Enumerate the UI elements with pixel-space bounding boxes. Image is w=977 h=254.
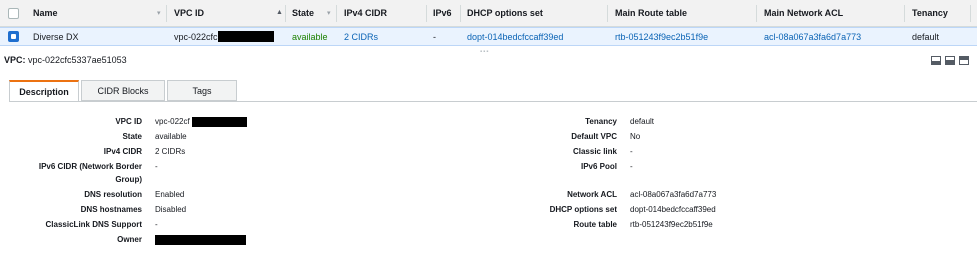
row-ipv4-cidr-link[interactable]: 2 CIDRs (344, 28, 404, 45)
column-divider[interactable] (904, 5, 905, 22)
select-all-checkbox[interactable] (8, 8, 19, 19)
sort-down-icon[interactable]: ▾ (327, 9, 331, 17)
column-divider[interactable] (166, 5, 167, 22)
row-dhcp-link[interactable]: dopt-014bedcfccaff39ed (467, 28, 602, 45)
column-divider[interactable] (336, 5, 337, 22)
sort-down-icon[interactable]: ▾ (157, 9, 161, 17)
column-divider[interactable] (607, 5, 608, 22)
field-label-dns-resolution: DNS resolution (84, 190, 142, 199)
sort-up-icon[interactable]: ▲ (276, 9, 283, 16)
field-label-ipv6-cidr-cont: Group) (115, 175, 142, 184)
redaction-block (191, 116, 247, 127)
field-value-vpc-id: vpc-022cf (155, 115, 247, 129)
row-network-acl-link[interactable]: acl-08a067a3fa6d7a773 (764, 28, 899, 45)
column-header-main-route-table[interactable]: Main Route table (615, 0, 745, 26)
details-title-value: vpc-022cfc5337ae51053 (28, 55, 127, 65)
field-value-ipv6-pool: - (630, 162, 633, 171)
column-divider[interactable] (285, 5, 286, 22)
table-row[interactable]: Diverse DX vpc-022cfc available 2 CIDRs … (0, 27, 977, 46)
field-label-ipv6-cidr: IPv6 CIDR (Network Border (38, 162, 142, 171)
column-header-name[interactable]: Name (33, 0, 153, 26)
column-header-ipv4-cidr[interactable]: IPv4 CIDR (344, 0, 419, 26)
row-state: available (292, 31, 328, 42)
column-header-ipv6[interactable]: IPv6 (433, 0, 458, 26)
details-title-label: VPC: (4, 55, 26, 65)
tab-cidr-blocks[interactable]: CIDR Blocks (81, 80, 165, 101)
column-header-main-network-acl[interactable]: Main Network ACL (764, 0, 894, 26)
redaction-block (155, 234, 246, 245)
tab-divider (9, 101, 977, 102)
row-vpc-id-text: vpc-022cfc (174, 31, 218, 42)
field-value-classic-link: - (630, 147, 633, 156)
details-title: VPC: vpc-022cfc5337ae51053 (4, 55, 127, 65)
field-value-classiclink-dns: - (155, 220, 158, 229)
field-label-tenancy: Tenancy (585, 117, 617, 126)
field-label-vpc-id: VPC ID (115, 117, 142, 126)
field-value-owner (155, 233, 246, 247)
field-value-network-acl-link[interactable]: acl-08a067a3fa6d7a773 (630, 188, 716, 202)
field-value-dhcp-options-link[interactable]: dopt-014bedcfccaff39ed (630, 203, 716, 217)
column-header-tenancy[interactable]: Tenancy (912, 0, 962, 26)
column-header-vpc-id[interactable]: VPC ID (174, 0, 269, 26)
field-label-network-acl: Network ACL (567, 190, 617, 199)
field-value-dns-resolution: Enabled (155, 190, 185, 199)
redaction-block (217, 31, 274, 42)
column-divider[interactable] (426, 5, 427, 22)
row-route-table-link[interactable]: rtb-051243f9ec2b51f9e (615, 28, 750, 45)
field-value-default-vpc: No (630, 132, 641, 141)
resize-handle[interactable]: ▪▪▪ (480, 49, 489, 55)
layout-top-panel-icon[interactable] (959, 56, 969, 65)
row-vpc-id: vpc-022cfc (174, 28, 284, 45)
field-value-ipv4-cidr-link[interactable]: 2 CIDRs (155, 145, 185, 159)
field-value-tenancy: default (630, 117, 655, 126)
field-label-dns-hostnames: DNS hostnames (80, 205, 142, 214)
field-value-route-table-link[interactable]: rtb-051243f9ec2b51f9e (630, 218, 713, 232)
field-label-classic-link: Classic link (572, 147, 617, 156)
field-label-route-table: Route table (573, 220, 617, 229)
column-divider[interactable] (460, 5, 461, 22)
field-label-ipv6-pool: IPv6 Pool (580, 162, 617, 171)
tab-tags[interactable]: Tags (167, 80, 237, 101)
table-header: Name ▾ VPC ID ▲ State ▾ IPv4 CIDR IPv6 D… (0, 0, 977, 27)
field-label-default-vpc: Default VPC (571, 132, 617, 141)
layout-bottom-panel-icon[interactable] (931, 56, 941, 65)
field-label-state: State (122, 132, 142, 141)
field-label-ipv4-cidr: IPv4 CIDR (103, 147, 142, 156)
field-label-owner: Owner (117, 235, 142, 244)
row-checkbox[interactable] (8, 31, 19, 42)
layout-toggle-group (931, 56, 969, 65)
field-value-vpc-id-text: vpc-022cf (155, 117, 190, 126)
field-value-ipv6-cidr: - (155, 162, 158, 171)
field-label-classiclink-dns: ClassicLink DNS Support (45, 220, 142, 229)
field-value-state: available (155, 132, 187, 141)
field-label-dhcp-options: DHCP options set (549, 205, 617, 214)
row-ipv6: - (433, 31, 436, 42)
row-tenancy: default (912, 31, 940, 42)
layout-split-icon[interactable] (945, 56, 955, 65)
column-header-dhcp-options[interactable]: DHCP options set (467, 0, 597, 26)
tab-description[interactable]: Description (9, 80, 79, 102)
column-divider[interactable] (756, 5, 757, 22)
column-header-state[interactable]: State (292, 0, 322, 26)
details-tabs: Description CIDR Blocks Tags (9, 80, 239, 102)
column-divider[interactable] (970, 5, 971, 22)
row-name: Diverse DX (33, 31, 79, 42)
field-value-dns-hostnames: Disabled (155, 205, 187, 214)
